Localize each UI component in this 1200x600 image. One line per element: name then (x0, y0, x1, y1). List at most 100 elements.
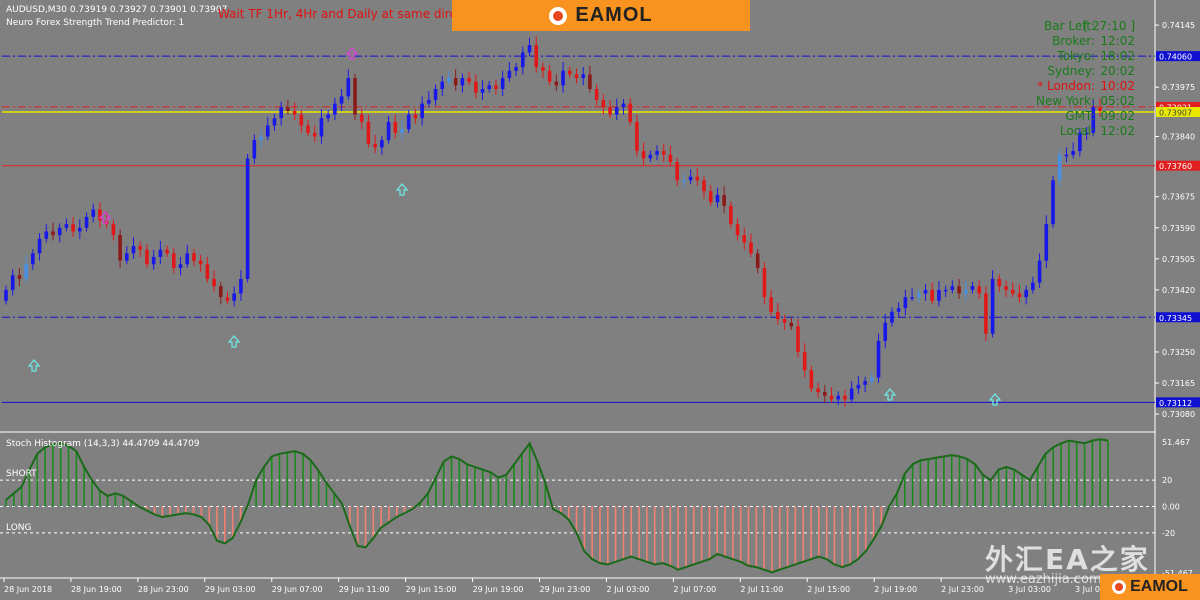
candle-body[interactable] (205, 264, 210, 279)
candle-body[interactable] (594, 89, 599, 100)
candle-body[interactable] (239, 278, 243, 294)
candle-body[interactable] (863, 381, 867, 385)
candle-body[interactable] (480, 89, 485, 93)
candle-body[interactable] (621, 103, 626, 108)
candle-body[interactable] (675, 162, 679, 181)
candle-body[interactable] (84, 216, 89, 228)
candle-body[interactable] (171, 253, 176, 268)
candle-body[interactable] (876, 341, 881, 378)
candle-body[interactable] (78, 227, 82, 232)
candle-body[interactable] (628, 103, 632, 122)
candle-body[interactable] (1024, 289, 1028, 298)
candle-body[interactable] (957, 286, 961, 294)
candle-body[interactable] (494, 85, 498, 89)
candle-body[interactable] (91, 209, 96, 217)
candle-body[interactable] (561, 70, 565, 86)
candle-body[interactable] (1037, 260, 1042, 283)
candle-body[interactable] (984, 293, 988, 334)
candle-body[interactable] (809, 370, 814, 389)
candle-body[interactable] (353, 78, 357, 115)
candle-body[interactable] (950, 286, 955, 290)
candle-body[interactable] (802, 351, 807, 371)
candle-body[interactable] (614, 107, 619, 115)
candle-body[interactable] (500, 78, 505, 89)
candle-body[interactable] (393, 121, 398, 133)
candle-body[interactable] (843, 395, 847, 400)
candle-body[interactable] (453, 78, 458, 86)
candle-body[interactable] (380, 140, 384, 148)
candle-body[interactable] (4, 289, 8, 301)
candle-body[interactable] (406, 114, 411, 130)
candle-body[interactable] (232, 293, 236, 301)
candle-body[interactable] (1031, 282, 1035, 290)
candle-body[interactable] (641, 151, 646, 159)
candle-body[interactable] (427, 99, 431, 104)
candle-body[interactable] (796, 326, 800, 352)
candle-body[interactable] (534, 45, 539, 68)
candle-body[interactable] (581, 74, 586, 79)
candle-body[interactable] (990, 278, 995, 334)
candle-body[interactable] (433, 89, 438, 100)
candle-body[interactable] (111, 224, 116, 236)
candle-body[interactable] (447, 78, 451, 82)
candle-body[interactable] (648, 154, 653, 159)
candle-body[interactable] (916, 293, 921, 298)
candle-body[interactable] (24, 264, 28, 279)
candle-body[interactable] (286, 107, 290, 111)
candle-body[interactable] (326, 114, 330, 119)
candle-body[interactable] (272, 118, 277, 126)
candle-body[interactable] (1044, 224, 1049, 261)
candle-body[interactable] (601, 99, 606, 108)
candle-body[interactable] (554, 81, 559, 86)
candle-body[interactable] (71, 224, 75, 232)
candle-body[interactable] (198, 260, 203, 265)
candle-body[interactable] (178, 264, 183, 268)
candle-body[interactable] (849, 388, 854, 400)
candle-body[interactable] (749, 242, 753, 254)
candle-body[interactable] (755, 253, 760, 268)
candle-body[interactable] (547, 70, 552, 82)
candle-body[interactable] (930, 289, 935, 301)
candle-body[interactable] (192, 253, 196, 261)
candle-body[interactable] (400, 129, 404, 133)
candle-body[interactable] (145, 249, 149, 265)
candle-body[interactable] (373, 143, 377, 148)
candle-body[interactable] (386, 121, 391, 141)
candle-body[interactable] (782, 319, 787, 323)
candle-body[interactable] (883, 322, 888, 341)
candle-body[interactable] (1064, 154, 1069, 157)
candle-body[interactable] (151, 257, 156, 265)
candle-body[interactable] (527, 45, 532, 53)
candle-body[interactable] (245, 158, 250, 279)
candle-body[interactable] (319, 118, 324, 137)
candle-body[interactable] (682, 180, 686, 182)
candle-body[interactable] (688, 176, 693, 181)
candle-body[interactable] (789, 322, 794, 327)
candle-body[interactable] (259, 136, 263, 141)
candle-body[interactable] (125, 253, 129, 261)
trading-chart[interactable]: 0.739210.739070.737600.740600.733450.731… (0, 0, 1200, 600)
candle-body[interactable] (567, 70, 572, 75)
candle-body[interactable] (776, 311, 780, 320)
candle-body[interactable] (715, 194, 720, 203)
candle-body[interactable] (762, 267, 767, 298)
candle-body[interactable] (467, 78, 471, 82)
candle-body[interactable] (943, 289, 948, 292)
candle-body[interactable] (588, 74, 592, 89)
candle-body[interactable] (312, 132, 317, 137)
candle-body[interactable] (829, 395, 834, 400)
candle-body[interactable] (440, 81, 445, 89)
candle-body[interactable] (299, 114, 304, 126)
candle-body[interactable] (252, 140, 257, 159)
candle-body[interactable] (306, 125, 310, 133)
candle-body[interactable] (64, 224, 69, 228)
candle-body[interactable] (574, 74, 579, 79)
candle-body[interactable] (1017, 293, 1022, 298)
candle-body[interactable] (769, 297, 773, 312)
candle-body[interactable] (44, 231, 49, 239)
candle-body[interactable] (218, 286, 223, 298)
candle-body[interactable] (279, 107, 283, 119)
candle-body[interactable] (507, 70, 512, 79)
candle-body[interactable] (608, 107, 612, 115)
candle-body[interactable] (31, 253, 35, 265)
